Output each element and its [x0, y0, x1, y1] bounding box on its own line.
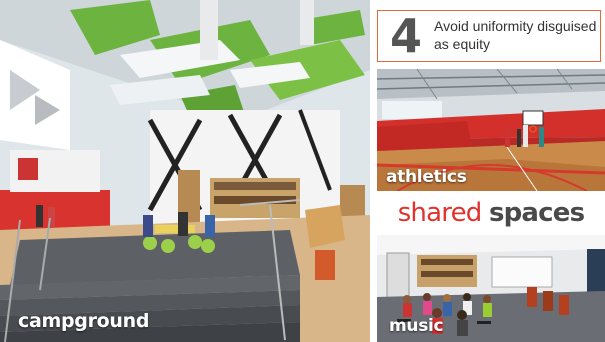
tip-text: Avoid uniformity disguised as equity: [434, 18, 597, 52]
music-photo: music: [377, 235, 605, 342]
athletics-caption: athletics: [386, 167, 467, 187]
campground-illustration: [0, 0, 370, 342]
tip-box: 4 Avoid uniformity disguised as equity: [377, 10, 601, 62]
shared-spaces-heading: shared spaces: [377, 195, 605, 231]
heading-word-spaces: spaces: [488, 198, 585, 228]
tip-number: 4: [390, 9, 423, 63]
campground-photo: campground: [0, 0, 370, 342]
athletics-photo: athletics: [377, 69, 605, 191]
music-caption: music: [389, 316, 444, 336]
campground-caption: campground: [18, 310, 150, 332]
heading-word-shared: shared: [397, 198, 483, 228]
